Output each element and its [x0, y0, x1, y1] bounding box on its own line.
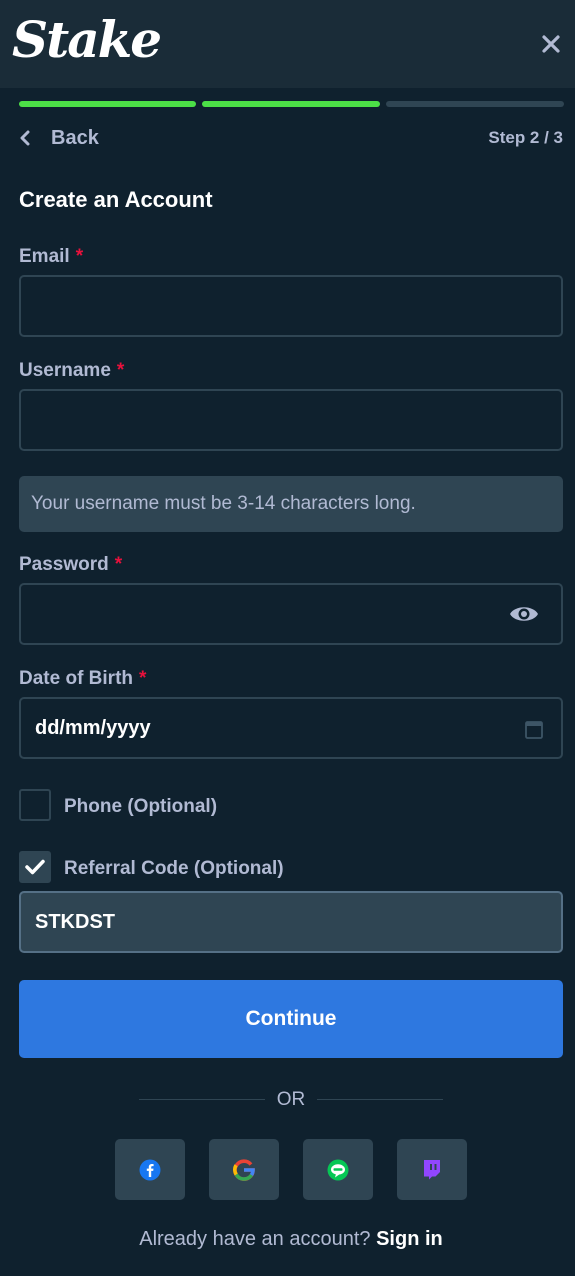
- close-icon: [542, 35, 560, 53]
- signin-prompt: Already have an account? Sign in: [0, 1228, 575, 1251]
- progress-segment-3: [386, 101, 564, 107]
- line-login-button[interactable]: [303, 1139, 373, 1200]
- twitch-icon: [424, 1159, 440, 1179]
- chevron-left-icon: [20, 130, 30, 146]
- username-label-text: Username: [19, 360, 111, 381]
- username-label: Username *: [19, 360, 124, 382]
- required-marker: *: [75, 246, 84, 267]
- twitch-login-button[interactable]: [397, 1139, 467, 1200]
- progress-segment-1: [19, 101, 196, 107]
- back-label: Back: [51, 126, 99, 149]
- divider-line-right: [317, 1099, 443, 1100]
- google-login-button[interactable]: [209, 1139, 279, 1200]
- phone-checkbox[interactable]: [19, 789, 51, 821]
- progress-segment-2: [202, 101, 380, 107]
- required-marker: *: [114, 554, 123, 575]
- continue-button[interactable]: Continue: [19, 980, 563, 1058]
- signin-link[interactable]: Sign in: [376, 1228, 443, 1250]
- eye-icon[interactable]: [509, 602, 539, 626]
- dob-field[interactable]: dd/mm/yyyy: [19, 697, 563, 759]
- google-icon: [233, 1158, 255, 1181]
- facebook-login-button[interactable]: [115, 1139, 185, 1200]
- dob-label-text: Date of Birth: [19, 668, 133, 689]
- facebook-icon: [139, 1159, 161, 1180]
- referral-label: Referral Code (Optional): [64, 858, 284, 879]
- or-divider: OR: [276, 1089, 306, 1110]
- step-progress: [19, 101, 564, 107]
- referral-checkbox[interactable]: [19, 851, 51, 883]
- back-button[interactable]: Back: [19, 124, 99, 152]
- password-field[interactable]: [19, 583, 563, 645]
- checkmark-icon: [25, 859, 45, 875]
- username-hint: Your username must be 3-14 characters lo…: [19, 476, 563, 532]
- email-label: Email *: [19, 246, 83, 268]
- email-label-text: Email: [19, 246, 70, 267]
- password-label: Password *: [19, 554, 122, 576]
- app-header: Stake: [0, 0, 575, 88]
- signin-prompt-text: Already have an account?: [139, 1228, 371, 1250]
- phone-label: Phone (Optional): [64, 796, 218, 817]
- signup-panel: Back Step 2 / 3 Create an Account Email *…: [0, 88, 575, 1276]
- referral-code-field[interactable]: STKDST: [19, 891, 563, 953]
- required-marker: *: [139, 668, 147, 689]
- username-field[interactable]: [19, 389, 563, 451]
- calendar-icon[interactable]: [525, 719, 543, 739]
- required-marker: *: [116, 360, 125, 381]
- dob-label: Date of Birth *: [19, 668, 146, 690]
- password-label-text: Password: [19, 554, 109, 575]
- form-title: Create an Account: [19, 187, 213, 212]
- line-icon: [327, 1159, 349, 1180]
- step-indicator: Step 2 / 3: [488, 128, 563, 147]
- close-button[interactable]: [533, 26, 569, 62]
- dob-value: dd/mm/yyyy: [35, 716, 151, 739]
- stake-logo[interactable]: Stake: [12, 10, 162, 70]
- email-field[interactable]: [19, 275, 563, 337]
